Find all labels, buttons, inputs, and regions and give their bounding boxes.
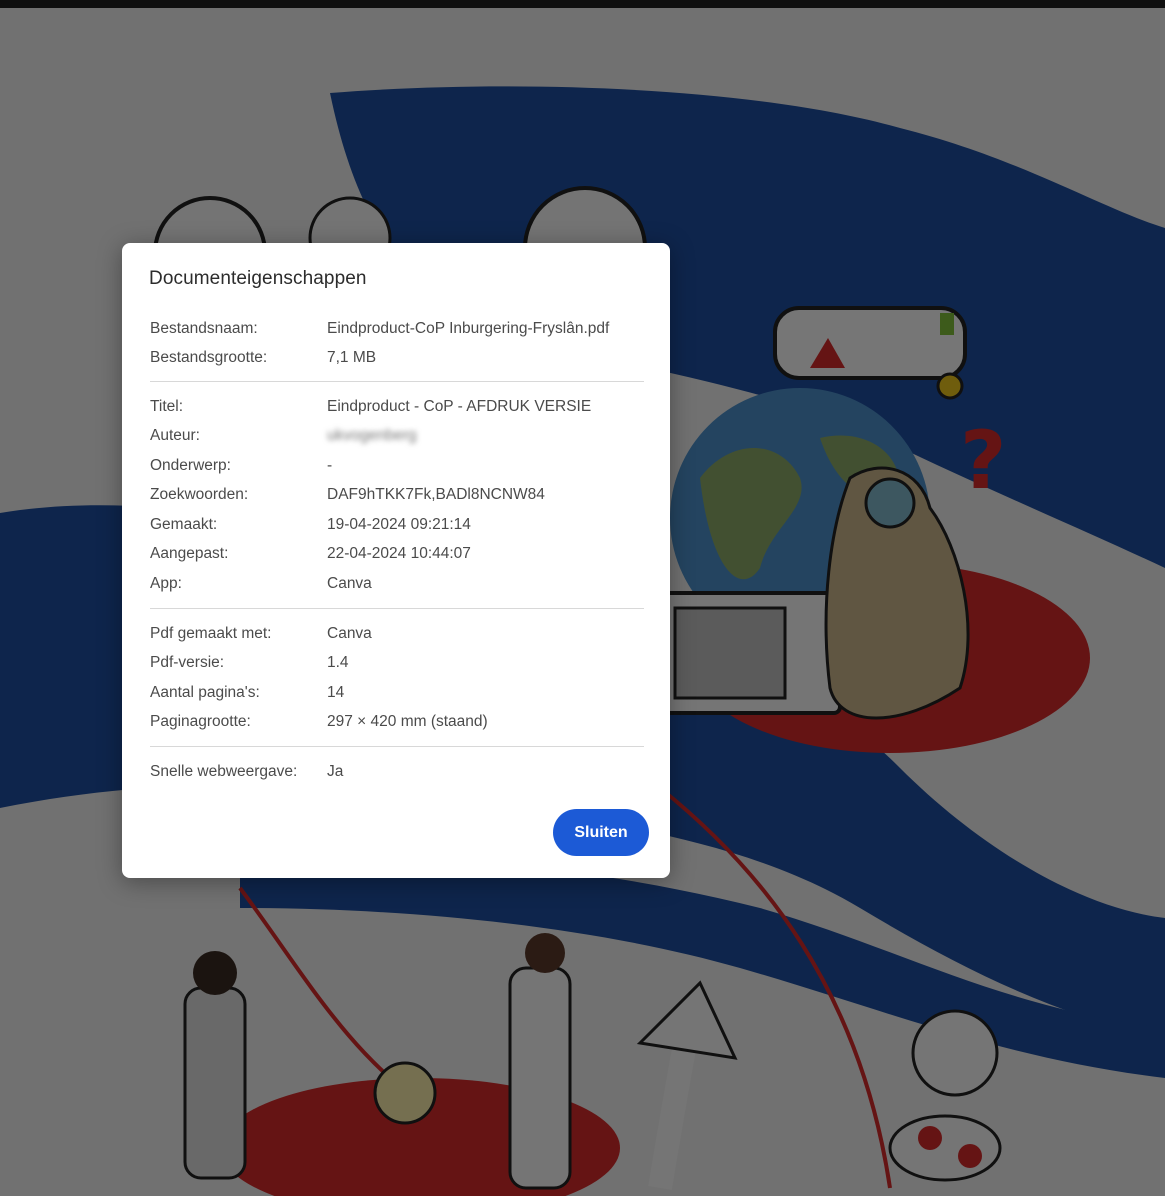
page-size-row: Paginagrootte: 297 × 420 mm (staand)	[150, 708, 644, 738]
title-value: Eindproduct - CoP - AFDRUK VERSIE	[327, 397, 592, 415]
page-count-label: Aantal pagina's:	[150, 683, 260, 701]
author-value: ukvogenberg	[327, 427, 417, 445]
pdf-version-row: Pdf-versie: 1.4	[150, 649, 644, 679]
title-row: Titel: Eindproduct - CoP - AFDRUK VERSIE	[150, 392, 644, 422]
author-row: Auteur: ukvogenberg	[150, 422, 644, 452]
web-section: Snelle webweergave: Ja	[150, 757, 644, 787]
keywords-label: Zoekwoorden:	[150, 486, 249, 504]
section-divider	[150, 746, 644, 747]
app-label: App:	[150, 574, 182, 592]
pdf-version-value: 1.4	[327, 654, 349, 672]
producer-value: Canva	[327, 624, 372, 642]
subject-value: -	[327, 456, 333, 474]
app-row: App: Canva	[150, 569, 644, 599]
file-name-row: Bestandsnaam: Eindproduct-CoP Inburgerin…	[150, 314, 644, 344]
file-size-label: Bestandsgrootte:	[150, 349, 268, 367]
page-count-value: 14	[327, 683, 345, 701]
page-count-row: Aantal pagina's: 14	[150, 678, 644, 708]
section-divider	[150, 381, 644, 382]
pdf-section: Pdf gemaakt met: Canva Pdf-versie: 1.4 A…	[150, 619, 644, 737]
created-value: 19-04-2024 09:21:14	[327, 515, 471, 533]
subject-label: Onderwerp:	[150, 456, 231, 474]
modified-value: 22-04-2024 10:44:07	[327, 545, 471, 563]
close-button[interactable]: Sluiten	[553, 809, 649, 856]
file-name-label: Bestandsnaam:	[150, 319, 258, 337]
producer-row: Pdf gemaakt met: Canva	[150, 619, 644, 649]
fast-web-view-value: Ja	[327, 762, 344, 780]
created-row: Gemaakt: 19-04-2024 09:21:14	[150, 510, 644, 540]
fast-web-view-row: Snelle webweergave: Ja	[150, 757, 644, 787]
subject-row: Onderwerp: -	[150, 451, 644, 481]
file-section: Bestandsnaam: Eindproduct-CoP Inburgerin…	[150, 314, 644, 373]
file-name-value: Eindproduct-CoP Inburgering-Fryslân.pdf	[327, 319, 610, 337]
file-size-value: 7,1 MB	[327, 349, 377, 367]
modified-row: Aangepast: 22-04-2024 10:44:07	[150, 540, 644, 570]
producer-label: Pdf gemaakt met:	[150, 624, 272, 642]
modified-label: Aangepast:	[150, 545, 229, 563]
metadata-section: Titel: Eindproduct - CoP - AFDRUK VERSIE…	[150, 392, 644, 599]
document-properties-dialog: Documenteigenschappen Bestandsnaam: Eind…	[122, 243, 670, 878]
section-divider	[150, 608, 644, 609]
keywords-row: Zoekwoorden: DAF9hTKK7Fk,BADl8NCNW84	[150, 481, 644, 511]
title-label: Titel:	[150, 397, 184, 415]
dialog-title: Documenteigenschappen	[149, 268, 367, 289]
author-label: Auteur:	[150, 427, 200, 445]
page-size-value: 297 × 420 mm (staand)	[327, 713, 488, 731]
app-value: Canva	[327, 574, 372, 592]
created-label: Gemaakt:	[150, 515, 218, 533]
file-size-row: Bestandsgrootte: 7,1 MB	[150, 344, 644, 374]
pdf-version-label: Pdf-versie:	[150, 654, 225, 672]
keywords-value: DAF9hTKK7Fk,BADl8NCNW84	[327, 486, 545, 504]
page-size-label: Paginagrootte:	[150, 713, 251, 731]
fast-web-view-label: Snelle webweergave:	[150, 762, 298, 780]
